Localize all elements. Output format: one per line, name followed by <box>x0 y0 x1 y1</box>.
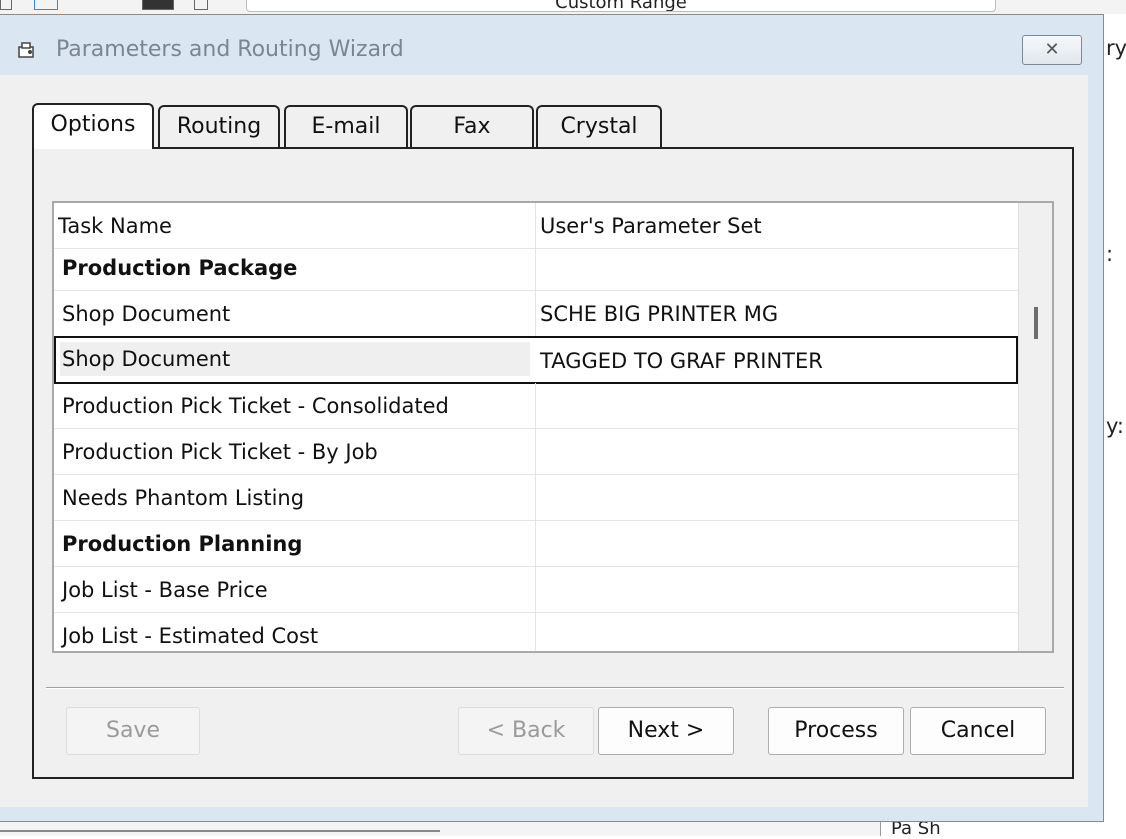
wizard-dialog: Parameters and Routing Wizard ✕ Options … <box>0 14 1104 822</box>
task-name-cell[interactable]: Needs Phantom Listing <box>54 475 536 520</box>
toolbar-icon <box>0 0 12 10</box>
table-row[interactable]: Production Pick Ticket - By Job <box>54 429 1018 475</box>
background-label-fragment: ry <box>1106 36 1126 60</box>
task-name-cell[interactable]: Shop Document <box>54 291 536 336</box>
vertical-scrollbar[interactable] <box>1018 203 1052 651</box>
process-button[interactable]: Process <box>768 707 904 755</box>
toolbar-icon <box>142 0 174 10</box>
column-header-task-name[interactable]: Task Name <box>54 203 536 248</box>
toolbar-icon <box>194 0 208 10</box>
wizard-app-icon <box>18 42 34 58</box>
background-divider <box>0 830 440 832</box>
tab-crystal[interactable]: Crystal <box>536 105 662 147</box>
options-tab-panel: Task Name User's Parameter Set Productio… <box>32 147 1074 779</box>
close-icon: ✕ <box>1044 39 1060 60</box>
close-button[interactable]: ✕ <box>1022 35 1082 65</box>
scrollbar-thumb[interactable] <box>1034 307 1038 339</box>
grid-group-row[interactable]: Production Package <box>54 245 1018 291</box>
save-button[interactable]: Save <box>66 707 200 755</box>
table-row[interactable]: Job List - Base Price <box>54 567 1018 613</box>
task-name-cell[interactable]: Production Pick Ticket - Consolidated <box>54 383 536 428</box>
parameter-set-cell[interactable] <box>536 521 1018 566</box>
column-header-parameter-set[interactable]: User's Parameter Set <box>536 203 1018 248</box>
parameter-set-cell[interactable] <box>536 613 1018 651</box>
table-row[interactable]: Shop Document TAGGED TO GRAF PRINTER <box>54 336 1018 384</box>
button-separator <box>46 687 1064 689</box>
next-button[interactable]: Next > <box>598 707 734 755</box>
table-row[interactable]: Job List - Estimated Cost <box>54 613 1018 651</box>
tab-e-mail[interactable]: E-mail <box>284 105 408 147</box>
grid-header-row: Task Name User's Parameter Set <box>54 203 1018 249</box>
table-row[interactable]: Shop Document SCHE BIG PRINTER MG <box>54 291 1018 337</box>
back-button[interactable]: < Back <box>458 707 594 755</box>
parameter-set-cell[interactable] <box>536 475 1018 520</box>
grid-group-row[interactable]: Production Planning <box>54 521 1018 567</box>
tab-options[interactable]: Options <box>32 103 154 149</box>
parameter-set-cell[interactable] <box>536 383 1018 428</box>
task-name-cell[interactable]: Job List - Base Price <box>54 567 536 612</box>
task-parameter-grid: Task Name User's Parameter Set Productio… <box>52 201 1054 653</box>
task-name-cell[interactable]: Production Planning <box>54 521 536 566</box>
tab-routing[interactable]: Routing <box>158 105 280 147</box>
task-name-cell[interactable]: Production Package <box>54 245 536 290</box>
dialog-title: Parameters and Routing Wizard <box>56 37 404 62</box>
toolbar-icon <box>34 0 58 10</box>
tab-fax[interactable]: Fax <box>410 105 534 147</box>
table-row[interactable]: Production Pick Ticket - Consolidated <box>54 383 1018 429</box>
parameter-set-cell[interactable] <box>536 245 1018 290</box>
date-range-field[interactable]: Custom Range <box>246 0 996 12</box>
task-name-cell[interactable]: Shop Document <box>60 342 530 376</box>
parameter-set-cell[interactable]: TAGGED TO GRAF PRINTER <box>536 338 1018 382</box>
background-label-fragment: : <box>1106 242 1114 266</box>
cancel-button[interactable]: Cancel <box>910 707 1046 755</box>
background-label-fragment: y: <box>1106 414 1124 438</box>
task-name-cell[interactable]: Job List - Estimated Cost <box>54 613 536 651</box>
parameter-set-cell[interactable] <box>536 567 1018 612</box>
parameter-set-cell[interactable]: SCHE BIG PRINTER MG <box>536 291 1018 336</box>
title-bar[interactable]: Parameters and Routing Wizard ✕ <box>0 15 1103 75</box>
dialog-client-area: Options Routing E-mail Fax Crystal Task … <box>0 75 1088 807</box>
parameter-set-cell[interactable] <box>536 429 1018 474</box>
table-row[interactable]: Needs Phantom Listing <box>54 475 1018 521</box>
task-name-cell[interactable]: Production Pick Ticket - By Job <box>54 429 536 474</box>
